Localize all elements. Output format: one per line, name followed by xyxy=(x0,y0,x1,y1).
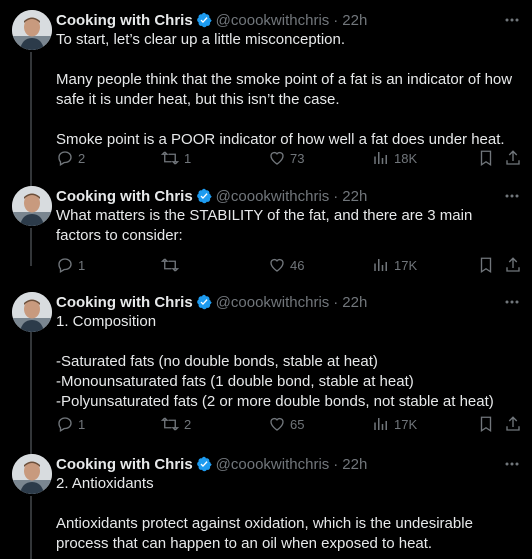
author-name[interactable]: Cooking with Chris xyxy=(56,456,193,473)
tweet-text: 2. Antioxidants Antioxidants protect aga… xyxy=(56,475,473,552)
share-icon xyxy=(506,150,520,165)
separator-dot: · xyxy=(333,455,339,473)
separator-dot: · xyxy=(333,11,339,29)
timestamp[interactable]: 22h xyxy=(342,12,367,29)
timestamp[interactable]: 22h xyxy=(342,188,367,205)
avatar[interactable] xyxy=(12,10,52,50)
share-icon xyxy=(506,416,520,431)
repost-button[interactable]: 2 xyxy=(160,414,191,434)
timestamp[interactable]: 22h xyxy=(342,456,367,473)
views-button[interactable]: 17K xyxy=(372,255,417,275)
share-icon xyxy=(506,257,520,272)
views-button[interactable]: 18K xyxy=(372,148,417,168)
like-button[interactable]: 46 xyxy=(268,255,304,275)
separator-dot: · xyxy=(333,187,339,205)
verified-badge-icon xyxy=(196,188,212,204)
views-count: 17K xyxy=(394,416,418,432)
avatar[interactable] xyxy=(12,186,52,226)
author-name[interactable]: Cooking with Chris xyxy=(56,294,193,311)
views-count: 17K xyxy=(394,257,418,273)
timestamp[interactable]: 22h xyxy=(342,294,367,311)
tweet-text: To start, let’s clear up a little miscon… xyxy=(56,31,513,148)
author-handle[interactable]: @coookwithchris xyxy=(216,188,330,205)
author-handle[interactable]: @coookwithchris xyxy=(216,294,330,311)
separator-dot: · xyxy=(333,293,339,311)
bookmark-button[interactable] xyxy=(478,255,494,275)
author-name[interactable]: Cooking with Chris xyxy=(56,188,193,205)
author-handle[interactable]: @coookwithchris xyxy=(216,12,330,29)
avatar[interactable] xyxy=(12,292,52,332)
heart-icon xyxy=(270,258,284,272)
bookmark-icon xyxy=(480,257,492,274)
views-icon xyxy=(374,418,387,430)
bookmark-button[interactable] xyxy=(478,148,494,168)
reply-icon xyxy=(58,417,72,432)
tweet[interactable]: Cooking with Chris @coookwithchris · 22h… xyxy=(0,292,532,442)
like-count: 46 xyxy=(290,257,305,273)
author-handle[interactable]: @coookwithchris xyxy=(216,456,330,473)
repost-icon xyxy=(160,417,180,431)
share-button[interactable] xyxy=(504,148,522,168)
tweet-text: 1. Composition -Saturated fats (no doubl… xyxy=(56,313,494,410)
share-button[interactable] xyxy=(504,414,522,434)
reply-icon xyxy=(58,258,72,273)
views-icon xyxy=(374,259,387,271)
like-count: 73 xyxy=(290,150,305,166)
share-button[interactable] xyxy=(504,255,522,275)
reply-button[interactable]: 1 xyxy=(56,414,85,434)
reply-count: 1 xyxy=(78,257,86,273)
tweet[interactable]: Cooking with Chris @coookwithchris · 22h… xyxy=(0,10,532,174)
repost-button[interactable] xyxy=(160,255,184,275)
like-button[interactable]: 73 xyxy=(268,148,304,168)
reply-button[interactable]: 2 xyxy=(56,148,85,168)
bookmark-icon xyxy=(480,416,492,433)
views-count: 18K xyxy=(394,150,418,166)
reply-icon xyxy=(58,151,72,166)
repost-count: 2 xyxy=(184,416,192,432)
views-icon xyxy=(374,152,387,164)
more-options-icon[interactable] xyxy=(502,456,522,472)
like-button[interactable]: 65 xyxy=(268,414,304,434)
reply-count: 1 xyxy=(78,416,86,432)
reply-button[interactable]: 1 xyxy=(56,255,85,275)
bookmark-icon xyxy=(480,150,492,167)
heart-icon xyxy=(270,417,284,431)
heart-icon xyxy=(270,151,284,165)
more-options-icon[interactable] xyxy=(502,294,522,310)
author-name[interactable]: Cooking with Chris xyxy=(56,12,193,29)
like-count: 65 xyxy=(290,416,305,432)
repost-count: 1 xyxy=(184,150,192,166)
avatar[interactable] xyxy=(12,454,52,494)
bookmark-button[interactable] xyxy=(478,414,494,434)
more-options-icon[interactable] xyxy=(502,12,522,28)
repost-button[interactable]: 1 xyxy=(160,148,191,168)
verified-badge-icon xyxy=(196,12,212,28)
tweet[interactable]: Cooking with Chris @coookwithchris · 22h… xyxy=(0,186,532,276)
repost-icon xyxy=(160,151,180,165)
tweet-text: What matters is the STABILITY of the fat… xyxy=(56,207,477,244)
verified-badge-icon xyxy=(196,456,212,472)
repost-icon xyxy=(160,258,180,272)
verified-badge-icon xyxy=(196,294,212,310)
reply-count: 2 xyxy=(78,150,86,166)
tweet[interactable]: Cooking with Chris @coookwithchris · 22h… xyxy=(0,454,532,559)
views-button[interactable]: 17K xyxy=(372,414,417,434)
more-options-icon[interactable] xyxy=(502,188,522,204)
